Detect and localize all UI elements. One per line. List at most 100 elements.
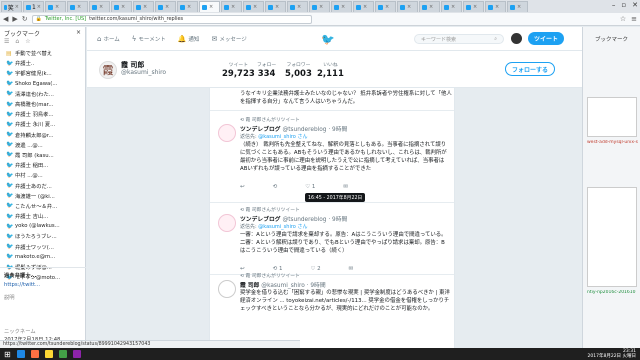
stat-following[interactable]: フォロー 334 <box>257 61 276 79</box>
sidebar-tool-icon[interactable]: ☰ <box>4 38 9 45</box>
bookmark-item[interactable]: ▤ 手動で並べ替え <box>0 48 85 58</box>
tab-close-icon[interactable]: × <box>15 4 19 10</box>
bookmark-item[interactable]: 🐦 霞 司郎 (kasu... <box>0 150 85 160</box>
bookmark-item[interactable]: 🐦 こたんせ〜＆弁... <box>0 201 85 211</box>
bookmark-item[interactable]: 🐦 makoto.e@m... <box>0 252 85 262</box>
tab-close-icon[interactable]: × <box>37 4 41 10</box>
tweet-time[interactable]: 9時間 <box>332 127 347 133</box>
avatar[interactable] <box>511 33 522 44</box>
browser-tab[interactable]: × <box>353 1 374 12</box>
like-icon[interactable]: ♡ 2 <box>310 266 320 272</box>
browser-tab[interactable]: × <box>177 1 198 12</box>
avatar[interactable] <box>218 124 236 142</box>
browser-tab[interactable]: × <box>45 1 66 12</box>
tab-close-icon[interactable]: × <box>429 4 433 10</box>
browser-tab[interactable]: × <box>331 1 352 12</box>
tab-close-icon[interactable]: × <box>495 4 499 10</box>
browser-tab[interactable]: × <box>111 1 132 12</box>
search-icon[interactable]: ⌕ <box>494 36 497 42</box>
bookmark-item[interactable]: 🐦 中村 ...@... <box>0 170 85 180</box>
browser-tab[interactable]: × <box>441 1 462 12</box>
bookmark-item[interactable]: 🐦 弁護士 永川 夏... <box>0 119 85 129</box>
tab-close-icon[interactable]: × <box>517 4 521 10</box>
reload-icon[interactable]: ↻ <box>22 15 28 23</box>
browser-tab[interactable]: 笑 × <box>1 1 22 12</box>
browser-tab[interactable]: × <box>67 1 88 12</box>
avatar[interactable] <box>218 280 236 298</box>
star-icon[interactable]: ☆ <box>620 15 626 23</box>
browser-tab[interactable]: × <box>265 1 286 12</box>
bookmark-item[interactable]: 🐦 弁護士あのだ... <box>0 180 85 190</box>
browser-tab[interactable]: × <box>243 1 264 12</box>
tab-close-icon[interactable]: × <box>143 4 147 10</box>
browser-tab[interactable]: × <box>309 1 330 12</box>
tab-close-icon[interactable]: × <box>297 4 301 10</box>
tab-close-icon[interactable]: × <box>121 4 125 10</box>
app-icon[interactable] <box>30 350 39 358</box>
browser-tab[interactable]: × <box>463 1 484 12</box>
tab-close-icon[interactable]: × <box>77 4 81 10</box>
tab-close-icon[interactable]: × <box>99 4 103 10</box>
tab-close-icon[interactable]: × <box>187 4 191 10</box>
app-icon[interactable] <box>44 350 53 358</box>
menu-icon[interactable]: ≡ <box>631 15 637 23</box>
avatar[interactable] <box>218 214 236 232</box>
bookmark-item[interactable]: 🐦 宇都宮健児(k... <box>0 68 85 78</box>
nav-link[interactable]: ⌂ ホーム <box>97 35 120 43</box>
dm-icon[interactable]: ✉ <box>343 184 348 190</box>
browser-tab[interactable]: × <box>133 1 154 12</box>
forward-icon[interactable]: ▶ <box>12 15 17 23</box>
tab-close-icon[interactable]: × <box>253 4 257 10</box>
nav-link[interactable]: ✉ メッセージ <box>211 35 246 43</box>
tab-close-icon[interactable]: × <box>209 4 213 10</box>
browser-tab[interactable]: × <box>485 1 506 12</box>
like-icon[interactable]: ♡ 1 <box>305 184 315 190</box>
bookmark-item[interactable]: 🐦 ほうたろうブレ... <box>0 231 85 241</box>
sidebar-tool-icon[interactable]: ⌂ <box>15 38 19 45</box>
browser-tab[interactable]: × <box>155 1 176 12</box>
tab-close-icon[interactable]: × <box>451 4 455 10</box>
browser-tab[interactable]: × <box>199 1 220 12</box>
secondary-link[interactable]: ntiy-np2016c-201610 <box>587 290 640 295</box>
tab-close-icon[interactable]: × <box>165 4 169 10</box>
reply-icon[interactable]: ↩ <box>240 184 245 190</box>
reply-to-handle[interactable]: @kasumi_shiro さん <box>258 224 307 230</box>
bookmark-item[interactable]: 🐦 高橋雅也(mar... <box>0 99 85 109</box>
follow-button[interactable]: フォローする <box>505 62 555 76</box>
browser-tab[interactable]: × <box>221 1 242 12</box>
nav-link[interactable]: 🔔 通知 <box>178 35 200 43</box>
start-icon[interactable]: ⊞ <box>4 350 11 359</box>
close-window-icon[interactable]: ✕ <box>632 1 638 9</box>
search-input[interactable]: キーワード検索 ⌕ <box>414 34 504 44</box>
bookmark-detail-url[interactable]: https://twitt... <box>4 282 82 288</box>
minimize-icon[interactable]: – <box>612 1 616 9</box>
tab-close-icon[interactable]: × <box>231 4 235 10</box>
maximize-icon[interactable]: ▫ <box>621 1 626 9</box>
retweet-icon[interactable]: ⟲ <box>273 184 278 190</box>
tab-close-icon[interactable]: × <box>363 4 367 10</box>
bookmark-item[interactable]: 🐦 弁護士 稲田... <box>0 160 85 170</box>
bookmark-item[interactable]: 🐦 弁護士.. <box>0 58 85 68</box>
browser-tab[interactable]: × <box>287 1 308 12</box>
tab-close-icon[interactable]: × <box>319 4 323 10</box>
stat-likes[interactable]: いいね 2,111 <box>317 61 344 79</box>
tab-close-icon[interactable]: × <box>407 4 411 10</box>
browser-tab[interactable]: × <box>89 1 110 12</box>
browser-tab[interactable]: 1 × <box>23 1 44 12</box>
sidebar-close-icon[interactable]: × <box>76 29 81 36</box>
secondary-link[interactable]: west-add-mysql-unix-s <box>587 140 640 145</box>
tab-close-icon[interactable]: × <box>55 4 59 10</box>
app-icon[interactable] <box>16 350 25 358</box>
tab-close-icon[interactable]: × <box>275 4 279 10</box>
stat-followers[interactable]: フォロワー 5,003 <box>285 61 312 79</box>
bookmark-item[interactable]: 🐦 yoko (@lawkus... <box>0 221 85 231</box>
bookmark-item[interactable]: 🐦 Shoko Egawa(... <box>0 79 85 89</box>
tweet-time[interactable]: 9時間 <box>332 217 347 223</box>
url-field[interactable]: 🔒 Twitter, Inc. [US] twitter.com/kasumi_… <box>31 14 312 24</box>
tab-close-icon[interactable]: × <box>473 4 477 10</box>
clock[interactable]: 23:31 2017年8月22日 火曜日 <box>588 349 636 359</box>
bookmark-item[interactable]: 🐦 弁護士 羽鳥孝... <box>0 109 85 119</box>
bookmark-item[interactable]: 🐦 海渡雄一 (@ki... <box>0 191 85 201</box>
reply-to-handle[interactable]: @kasumi_shiro さん <box>258 134 307 140</box>
app-icon[interactable] <box>58 350 67 358</box>
